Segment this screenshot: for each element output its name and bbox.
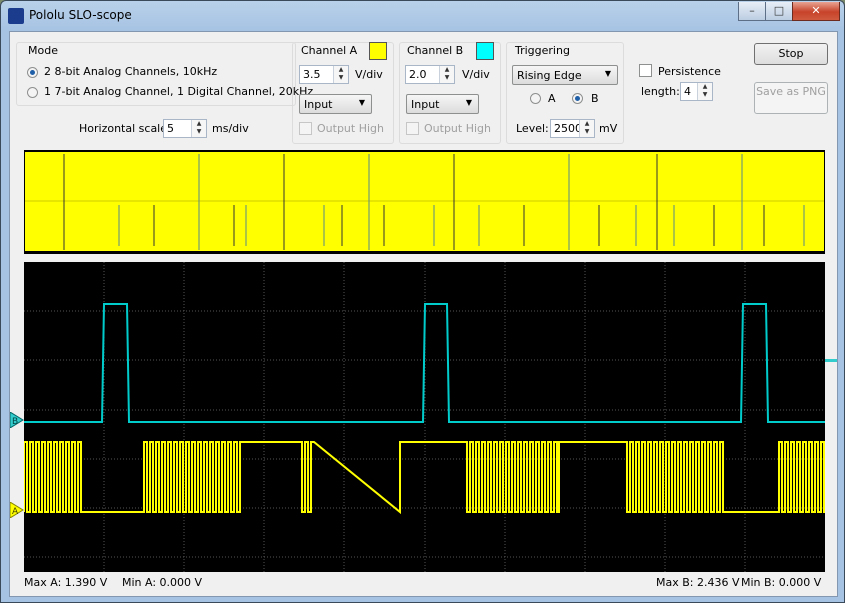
app-icon [8, 8, 24, 24]
title-bar[interactable]: Pololu SLO-scope – □ ✕ [1, 1, 844, 31]
channel-a-coupling-value[interactable]: Input [304, 98, 332, 111]
trigger-edge-select[interactable]: Rising Edge ▼ [512, 65, 618, 85]
channel-b-marker[interactable]: B [10, 412, 24, 428]
channel-a-volts-spinner[interactable]: 3.5 ▲ ▼ [299, 65, 349, 84]
spinner-arrows[interactable]: ▲ ▼ [579, 120, 594, 137]
chevron-down-icon: ▼ [358, 98, 365, 107]
channel-b-output-high-checkbox[interactable] [406, 122, 419, 135]
triggering-title: Triggering [515, 44, 570, 57]
overview-strip[interactable] [24, 150, 825, 254]
channel-a-title: Channel A [301, 44, 358, 57]
channel-b-output-high-label: Output High [424, 122, 491, 135]
channel-a-marker[interactable]: A [10, 502, 24, 518]
close-button[interactable]: ✕ [792, 2, 840, 21]
channel-b-coupling-value[interactable]: Input [411, 98, 439, 111]
main-panel: Mode 2 8-bit Analog Channels, 10kHz 1 7-… [9, 31, 838, 597]
trigger-source-a-radio[interactable] [530, 93, 541, 104]
save-as-png-button[interactable]: Save as PNG [754, 82, 828, 114]
stop-button[interactable]: Stop [754, 43, 828, 65]
app-window: Pololu SLO-scope – □ ✕ Mode 2 8-bit Anal… [0, 0, 845, 603]
min-a-readout: Min A: 0.000 V [122, 576, 203, 589]
trigger-edge-value[interactable]: Rising Edge [517, 69, 582, 82]
horizontal-scale-value[interactable]: 5 [167, 122, 174, 135]
trigger-source-b-label[interactable]: B [591, 92, 599, 105]
channel-b-volts-spinner[interactable]: 2.0 ▲ ▼ [405, 65, 455, 84]
channel-a-marker-label: A [12, 507, 19, 517]
persistence-label[interactable]: Persistence [658, 65, 721, 78]
chevron-down-icon: ▼ [604, 69, 611, 78]
channel-a-output-high-checkbox[interactable] [299, 122, 312, 135]
trigger-level-unit: mV [599, 122, 618, 135]
maximize-button[interactable]: □ [765, 2, 793, 21]
mode-option-2ch[interactable]: 2 8-bit Analog Channels, 10kHz [44, 65, 217, 78]
spinner-arrows[interactable]: ▲ ▼ [191, 120, 206, 137]
persistence-length-value[interactable]: 4 [684, 85, 691, 98]
channel-b-coupling-select[interactable]: Input ▼ [406, 94, 479, 114]
trigger-level-label: Level: [516, 122, 549, 135]
horizontal-scale-spinner[interactable]: 5 ▲ ▼ [163, 119, 207, 138]
trigger-source-a-label[interactable]: A [548, 92, 556, 105]
minimize-button[interactable]: – [738, 2, 766, 21]
trigger-source-b-radio[interactable] [572, 93, 583, 104]
channel-b-volts-value[interactable]: 2.0 [409, 68, 427, 81]
max-b-readout: Max B: 2.436 V [656, 576, 740, 589]
channel-a-volts-value[interactable]: 3.5 [303, 68, 321, 81]
trigger-level-spinner[interactable]: 2500 ▲ ▼ [550, 119, 595, 138]
spinner-arrows[interactable]: ▲ ▼ [333, 66, 348, 83]
mode-radio-1ch[interactable] [27, 87, 38, 98]
channel-a-unit: V/div [355, 68, 383, 81]
spinner-arrows[interactable]: ▲ ▼ [697, 83, 712, 100]
channel-b-marker-label: B [12, 417, 18, 427]
chevron-down-icon: ▼ [465, 98, 472, 107]
channel-a-color-swatch[interactable] [369, 42, 387, 60]
mode-option-1ch[interactable]: 1 7-bit Analog Channel, 1 Digital Channe… [44, 85, 313, 98]
channel-a-coupling-select[interactable]: Input ▼ [299, 94, 372, 114]
trigger-level-marker[interactable] [825, 359, 837, 362]
channel-b-unit: V/div [462, 68, 490, 81]
trigger-level-value[interactable]: 2500 [554, 122, 582, 135]
channel-a-output-high-label: Output High [317, 122, 384, 135]
horizontal-scale-unit: ms/div [212, 122, 249, 135]
mode-radio-2ch[interactable] [27, 67, 38, 78]
persistence-length-label: length: [641, 85, 680, 98]
persistence-length-spinner[interactable]: 4 ▲ ▼ [680, 82, 713, 101]
persistence-checkbox[interactable] [639, 64, 652, 77]
window-title: Pololu SLO-scope [29, 8, 132, 22]
channel-b-color-swatch[interactable] [476, 42, 494, 60]
min-b-readout: Min B: 0.000 V [741, 576, 822, 589]
horizontal-scale-label: Horizontal scale: [79, 122, 171, 135]
spinner-arrows[interactable]: ▲ ▼ [439, 66, 454, 83]
mode-title: Mode [28, 44, 58, 57]
channel-b-title: Channel B [407, 44, 464, 57]
max-a-readout: Max A: 1.390 V [24, 576, 108, 589]
scope-display[interactable] [24, 262, 825, 572]
